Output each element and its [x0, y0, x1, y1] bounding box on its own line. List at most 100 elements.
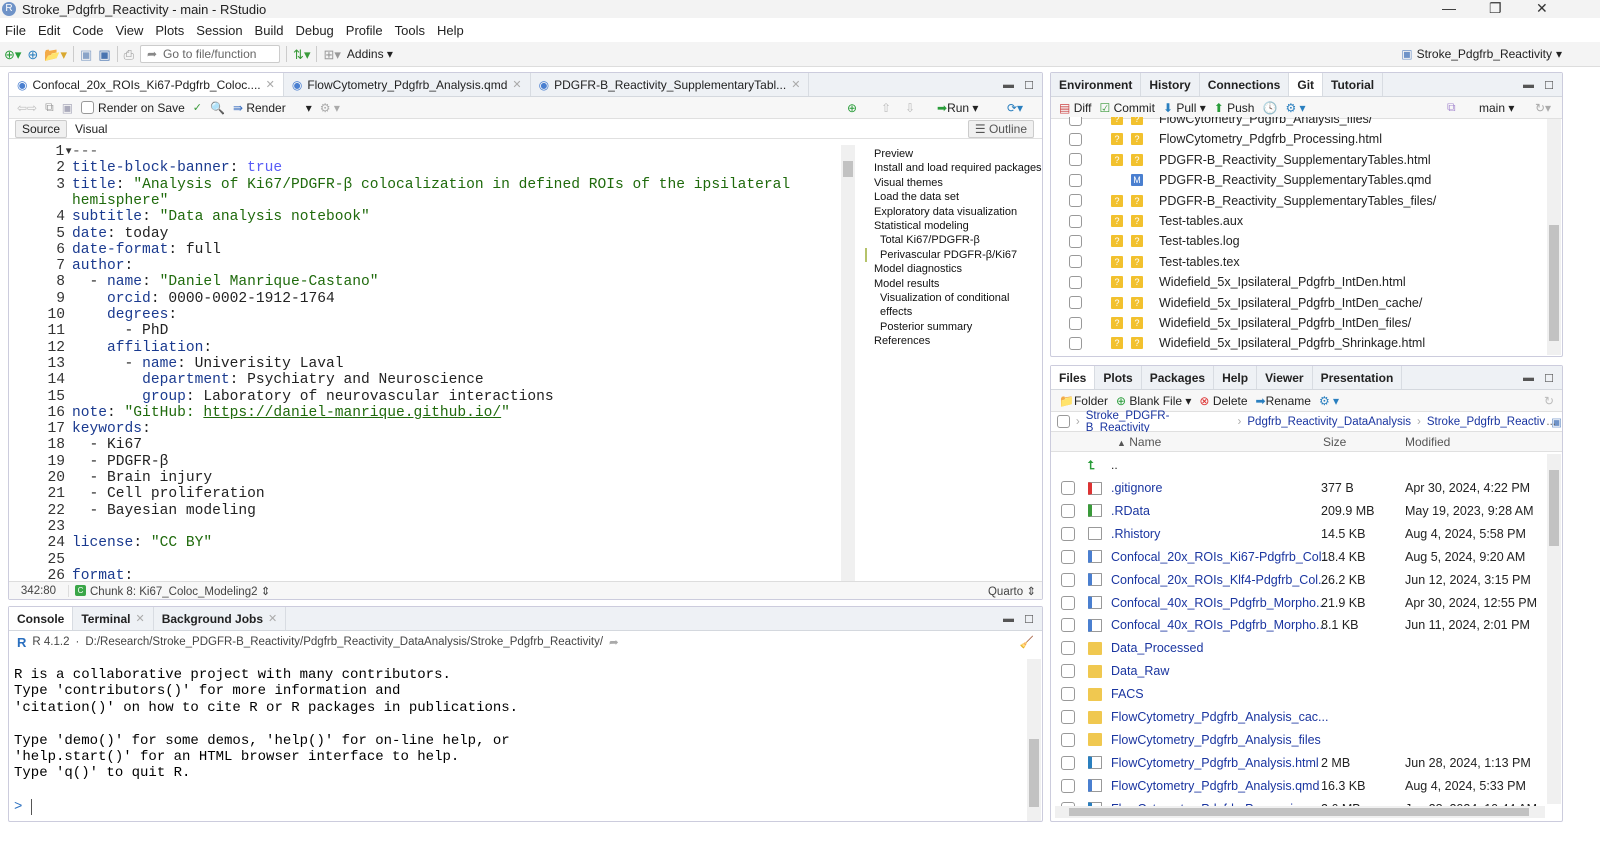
- more-gear-icon[interactable]: ⚙ ▾: [1319, 394, 1339, 408]
- refresh-icon[interactable]: ↻▾: [1535, 101, 1551, 115]
- next-section-icon[interactable]: ⇩: [905, 101, 915, 115]
- close-tab-icon[interactable]: ✕: [135, 612, 144, 625]
- menu-file[interactable]: File: [5, 23, 26, 38]
- console-scrollbar[interactable]: [1027, 659, 1041, 821]
- file-name[interactable]: Confocal_40x_ROIs_Pdgfrb_Morpho...: [1111, 596, 1326, 610]
- outline-item[interactable]: Model results: [865, 277, 1043, 291]
- file-row[interactable]: FlowCytometry_Pdgfrb_Analysis.html 2 MB Ju…: [1051, 752, 1541, 774]
- tab-presentation[interactable]: Presentation: [1313, 366, 1403, 389]
- scroll-thumb[interactable]: [1549, 225, 1559, 341]
- render-on-save-checkbox[interactable]: [81, 101, 95, 114]
- minimize-pane-icon[interactable]: ▬: [1003, 79, 1014, 91]
- outline-item[interactable]: Install and load required packages: [865, 161, 1043, 175]
- git-file-row[interactable]: ?? PDGFR-B_Reactivity_SupplementaryTables…: [1051, 150, 1541, 170]
- name-column-header[interactable]: ▲ Name: [1117, 435, 1161, 449]
- file-checkbox[interactable]: [1061, 687, 1075, 702]
- console-input[interactable]: >: [14, 799, 41, 815]
- new-branch-icon[interactable]: ⧉: [1447, 100, 1456, 115]
- menu-profile[interactable]: Profile: [346, 23, 383, 38]
- git-file-row[interactable]: ?? Widefield_5x_Ipsilateral_Pdgfrb_IntDen…: [1051, 272, 1541, 292]
- blank-file-button[interactable]: ⊕ Blank File ▾: [1116, 394, 1191, 408]
- maximize-pane-icon[interactable]: ☐: [1024, 613, 1034, 626]
- menu-help[interactable]: Help: [437, 23, 464, 38]
- file-name[interactable]: FlowCytometry_Pdgfrb_Analysis.qmd: [1111, 779, 1319, 793]
- file-checkbox[interactable]: [1061, 778, 1075, 793]
- stage-checkbox[interactable]: [1069, 255, 1082, 269]
- menu-session[interactable]: Session: [196, 23, 242, 38]
- maximize-pane-icon[interactable]: ☐: [1544, 79, 1554, 92]
- file-checkbox[interactable]: [1061, 641, 1075, 656]
- commit-button[interactable]: ☑ Commit: [1099, 101, 1154, 115]
- tab-tutorial[interactable]: Tutorial: [1323, 73, 1384, 96]
- minimize-pane-icon[interactable]: ▬: [1523, 372, 1534, 384]
- tab-plots[interactable]: Plots: [1095, 366, 1142, 389]
- minimize-pane-icon[interactable]: ▬: [1523, 79, 1534, 91]
- scroll-thumb[interactable]: [1549, 470, 1559, 546]
- outline-item[interactable]: Exploratory data visualization: [865, 205, 1043, 219]
- scroll-thumb[interactable]: [1029, 739, 1039, 807]
- stage-checkbox[interactable]: [1069, 336, 1082, 350]
- menu-plots[interactable]: Plots: [155, 23, 184, 38]
- outline-item[interactable]: Statistical modeling: [865, 219, 1043, 233]
- outline-button[interactable]: ☰ Outline: [967, 120, 1034, 138]
- delete-button[interactable]: ⊗ Delete: [1199, 394, 1247, 408]
- editor-tab[interactable]: ◉ PDGFR-B_Reactivity_SupplementaryTabl...…: [531, 73, 810, 96]
- maximize-button[interactable]: ❐: [1489, 0, 1502, 17]
- file-checkbox[interactable]: [1061, 732, 1075, 747]
- file-name[interactable]: FlowCytometry_Pdgfrb_Analysis_files: [1111, 733, 1321, 747]
- parent-directory-row[interactable]: ⮤..: [1051, 454, 1541, 476]
- file-name[interactable]: Data_Processed: [1111, 641, 1203, 655]
- close-tab-icon[interactable]: ✕: [512, 78, 521, 91]
- source-mode-button[interactable]: Source: [15, 120, 68, 138]
- file-checkbox[interactable]: [1061, 618, 1075, 633]
- menu-code[interactable]: Code: [72, 23, 103, 38]
- close-tab-icon[interactable]: ✕: [791, 78, 800, 91]
- refresh-icon[interactable]: ↻: [1544, 394, 1554, 408]
- maximize-pane-icon[interactable]: ☐: [1544, 372, 1554, 385]
- file-name[interactable]: Confocal_20x_ROIs_Klf4-Pdgfrb_Col...: [1111, 573, 1328, 587]
- stage-checkbox[interactable]: [1069, 194, 1082, 208]
- tab-background-jobs[interactable]: Background Jobs ✕: [154, 607, 287, 630]
- file-checkbox[interactable]: [1061, 526, 1075, 541]
- history-clock-icon[interactable]: 🕓: [1262, 101, 1277, 115]
- file-name[interactable]: FACS: [1111, 687, 1144, 701]
- tab-git[interactable]: Git: [1289, 73, 1324, 96]
- git-file-row[interactable]: ?? Test-tables.tex: [1051, 252, 1541, 272]
- file-row[interactable]: FlowCytometry_Pdgfrb_Analysis.qmd 16.3 KB…: [1051, 775, 1541, 797]
- tab-help[interactable]: Help: [1214, 366, 1258, 389]
- show-in-window-icon[interactable]: ⧉: [45, 100, 54, 115]
- new-project-icon[interactable]: ⊕: [27, 48, 38, 61]
- stage-checkbox[interactable]: [1069, 117, 1082, 126]
- more-path-button[interactable]: ...: [1546, 416, 1556, 428]
- file-checkbox[interactable]: [1061, 664, 1075, 679]
- file-row[interactable]: Confocal_40x_ROIs_Pdgfrb_Morpho... 21.9 K…: [1051, 592, 1541, 614]
- editor-tab[interactable]: ◉ FlowCytometry_Pdgfrb_Analysis.qmd ✕: [284, 73, 531, 96]
- prev-section-icon[interactable]: ⇧: [881, 101, 891, 115]
- save-all-icon[interactable]: ▣: [98, 48, 110, 61]
- menu-tools[interactable]: Tools: [395, 23, 425, 38]
- git-scrollbar[interactable]: [1547, 119, 1561, 355]
- file-name[interactable]: FlowCytometry_Pdgfrb_Analysis.html: [1111, 756, 1319, 770]
- file-name[interactable]: .Rhistory: [1111, 527, 1160, 541]
- save-icon[interactable]: ▣: [80, 48, 92, 61]
- outline-item[interactable]: Model diagnostics: [865, 262, 1043, 276]
- print-icon[interactable]: ⎙: [124, 48, 134, 61]
- file-row[interactable]: .Rhistory 14.5 KB Aug 4, 2024, 5:58 PM: [1051, 523, 1541, 545]
- tab-environment[interactable]: Environment: [1051, 73, 1142, 96]
- spellcheck-icon[interactable]: ✓: [193, 101, 202, 114]
- breadcrumb-item[interactable]: Stroke_Pdgfrb_Reactiv: [1427, 416, 1545, 428]
- rename-button[interactable]: ➡Rename: [1256, 394, 1311, 408]
- file-row[interactable]: Data_Processed: [1051, 637, 1541, 659]
- file-checkbox[interactable]: [1061, 755, 1075, 770]
- file-checkbox[interactable]: [1061, 549, 1075, 564]
- breadcrumb-item[interactable]: Pdgfrb_Reactivity_DataAnalysis: [1247, 416, 1411, 428]
- push-button[interactable]: ⬆ Push: [1214, 101, 1255, 115]
- stage-checkbox[interactable]: [1069, 173, 1082, 187]
- file-row[interactable]: Confocal_20x_ROIs_Ki67-Pdgfrb_Col... 18.4…: [1051, 546, 1541, 568]
- file-row[interactable]: FlowCytometry_Pdgfrb_Analysis_cac...: [1051, 706, 1541, 728]
- menu-view[interactable]: View: [115, 23, 143, 38]
- new-file-icon[interactable]: ⊕▾: [4, 48, 21, 61]
- save-icon[interactable]: ▣: [62, 101, 73, 115]
- tab-files[interactable]: Files: [1051, 366, 1096, 389]
- scroll-thumb[interactable]: [843, 161, 853, 177]
